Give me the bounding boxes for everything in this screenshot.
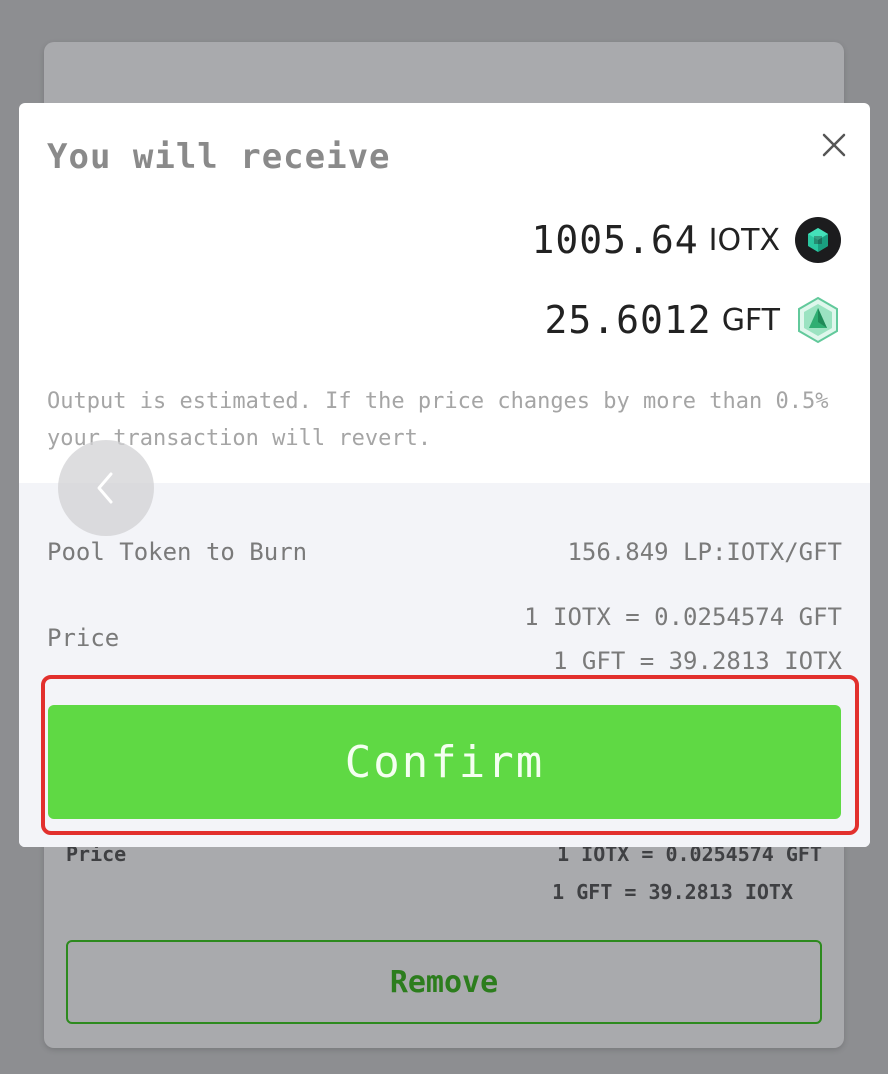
receive-row-iotx: 1005.64 IOTX: [532, 216, 843, 264]
chevron-left-icon: [97, 472, 113, 504]
estimate-note: Output is estimated. If the price change…: [47, 389, 829, 451]
modal-title: You will receive: [47, 137, 391, 177]
pool-token-value: 156.849 LP:IOTX/GFT: [567, 538, 842, 566]
back-button[interactable]: [58, 440, 154, 536]
receive-ticker-iotx: IOTX: [708, 222, 780, 258]
iotx-token-icon: [795, 217, 841, 263]
confirm-button[interactable]: Confirm: [48, 705, 841, 819]
background-price-line-2: 1 GFT = 39.2813 IOTX: [552, 880, 793, 904]
receive-ticker-gft: GFT: [721, 302, 780, 338]
receive-amount-gft: 25.6012: [544, 298, 712, 342]
close-button[interactable]: [816, 127, 852, 163]
price-line-2: 1 GFT = 39.2813 IOTX: [553, 647, 842, 675]
receive-row-gft: 25.6012 GFT: [545, 296, 842, 344]
price-label: Price: [47, 624, 120, 652]
remove-button[interactable]: Remove: [66, 940, 822, 1024]
price-line-1: 1 IOTX = 0.0254574 GFT: [524, 603, 842, 631]
close-icon: [822, 133, 846, 157]
receive-amount-iotx: 1005.64: [531, 218, 699, 262]
gft-token-icon: [798, 296, 838, 344]
pool-token-label: Pool Token to Burn: [47, 538, 308, 566]
